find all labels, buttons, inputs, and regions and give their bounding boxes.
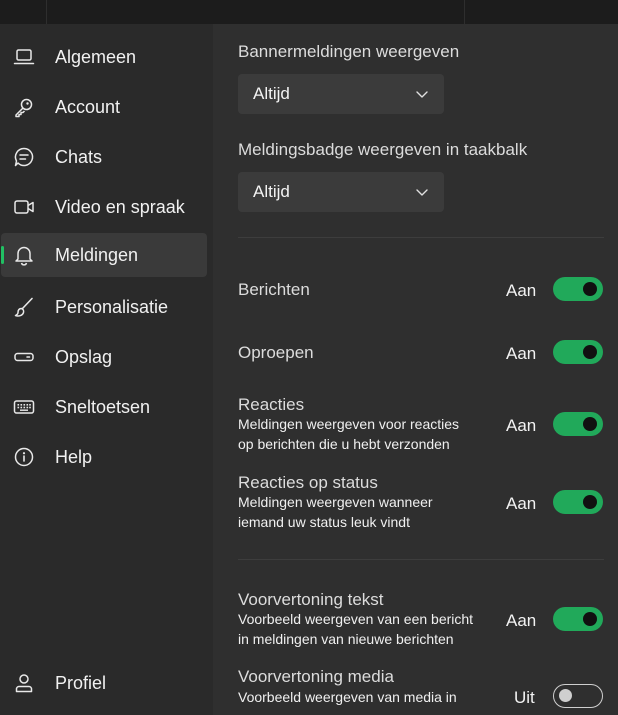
info-icon — [14, 447, 34, 467]
setting-title-berichten: Berichten — [238, 280, 310, 299]
setting-description: op berichten die u hebt verzonden — [238, 436, 450, 452]
sidebar-item-label: Algemeen — [55, 47, 137, 67]
toggle-reacties[interactable] — [553, 412, 603, 436]
sidebar-item-chats[interactable]: Chats — [0, 135, 207, 179]
setting-description: Meldingen weergeven wanneer — [238, 494, 433, 510]
toggle-berichten[interactable] — [553, 277, 603, 301]
badge-taskbar-title: Meldingsbadge weergeven in taakbalk — [238, 140, 528, 159]
setting-description: iemand uw status leuk vindt — [238, 514, 410, 530]
toggle-voorvertoning-media[interactable] — [553, 684, 603, 708]
toggle-knob — [583, 345, 597, 359]
badge-taskbar-dropdown[interactable]: Altijd — [238, 172, 444, 212]
chevron-down-icon — [416, 189, 428, 196]
storage-icon — [14, 352, 34, 362]
sidebar-item-label: Sneltoetsen — [55, 397, 151, 417]
window-top-strip — [0, 0, 618, 24]
sidebar-item-label: Meldingen — [55, 245, 139, 265]
setting-state: Aan — [506, 416, 537, 435]
dropdown-value: Altijd — [253, 182, 290, 201]
sidebar-item-help[interactable]: Help — [0, 435, 207, 479]
dropdown-value: Altijd — [253, 84, 290, 103]
sidebar-item-opslag[interactable]: Opslag — [0, 335, 207, 379]
sidebar-item-label: Opslag — [55, 347, 113, 367]
sidebar-item-video-en-spraak[interactable]: Video en spraak — [0, 185, 207, 229]
settings-sidebar: Algemeen Account Chats Video en spraak M… — [0, 24, 213, 715]
chevron-down-icon — [416, 91, 428, 98]
toggle-knob — [559, 689, 572, 702]
setting-description: Voorbeeld weergeven van media in — [238, 689, 457, 705]
toggle-knob — [583, 282, 597, 296]
video-icon — [14, 200, 34, 214]
setting-description: Meldingen weergeven voor reacties — [238, 416, 460, 432]
keyboard-icon — [13, 400, 35, 414]
toggle-knob — [583, 417, 597, 431]
top-strip-segment — [464, 0, 615, 24]
setting-state: Aan — [506, 281, 537, 300]
sidebar-item-label: Chats — [55, 147, 103, 167]
key-icon — [15, 98, 33, 118]
setting-state: Aan — [506, 611, 537, 630]
toggle-knob — [583, 612, 597, 626]
notifications-settings-panel: Bannermeldingen weergeven Altijd Melding… — [213, 24, 618, 715]
setting-title-oproepen: Oproepen — [238, 343, 314, 362]
banner-notifications-dropdown[interactable]: Altijd — [238, 74, 444, 114]
sidebar-item-sneltoetsen[interactable]: Sneltoetsen — [0, 385, 207, 429]
toggle-reacties-op-status[interactable] — [553, 490, 603, 514]
sidebar-item-label: Help — [55, 447, 93, 467]
profile-icon — [15, 674, 33, 693]
sidebar-item-algemeen[interactable]: Algemeen — [0, 35, 207, 79]
top-strip-segment — [46, 0, 465, 24]
chat-icon — [14, 147, 34, 167]
toggle-voorvertoning-tekst[interactable] — [553, 607, 603, 631]
banner-notifications-title: Bannermeldingen weergeven — [238, 42, 460, 61]
setting-title-reacties: Reacties — [238, 395, 305, 414]
brush-icon — [14, 297, 33, 317]
setting-state: Aan — [506, 344, 537, 363]
sidebar-item-personalisatie[interactable]: Personalisatie — [0, 285, 207, 329]
setting-description: in meldingen van nieuwe berichten — [238, 631, 454, 647]
laptop-icon — [13, 49, 35, 65]
bell-icon — [15, 246, 33, 266]
toggle-oproepen[interactable] — [553, 340, 603, 364]
setting-state: Uit — [514, 688, 535, 707]
sidebar-item-account[interactable]: Account — [0, 85, 207, 129]
sidebar-item-label: Account — [55, 97, 121, 117]
setting-description: Voorbeeld weergeven van een bericht — [238, 611, 474, 627]
setting-title-voorvertoning-tekst: Voorvertoning tekst — [238, 590, 384, 609]
sidebar-item-label: Video en spraak — [55, 197, 185, 217]
sidebar-item-profiel[interactable]: Profiel — [0, 661, 207, 705]
active-indicator — [1, 246, 4, 264]
sidebar-item-label: Personalisatie — [55, 297, 169, 317]
sidebar-item-meldingen[interactable]: Meldingen — [1, 233, 207, 277]
setting-title-reacties-op-status: Reacties op status — [238, 473, 378, 492]
toggle-knob — [583, 495, 597, 509]
setting-title-voorvertoning-media: Voorvertoning media — [238, 667, 394, 686]
divider — [238, 559, 604, 560]
setting-state: Aan — [506, 494, 537, 513]
sidebar-item-label: Profiel — [55, 673, 107, 693]
divider — [238, 237, 604, 238]
